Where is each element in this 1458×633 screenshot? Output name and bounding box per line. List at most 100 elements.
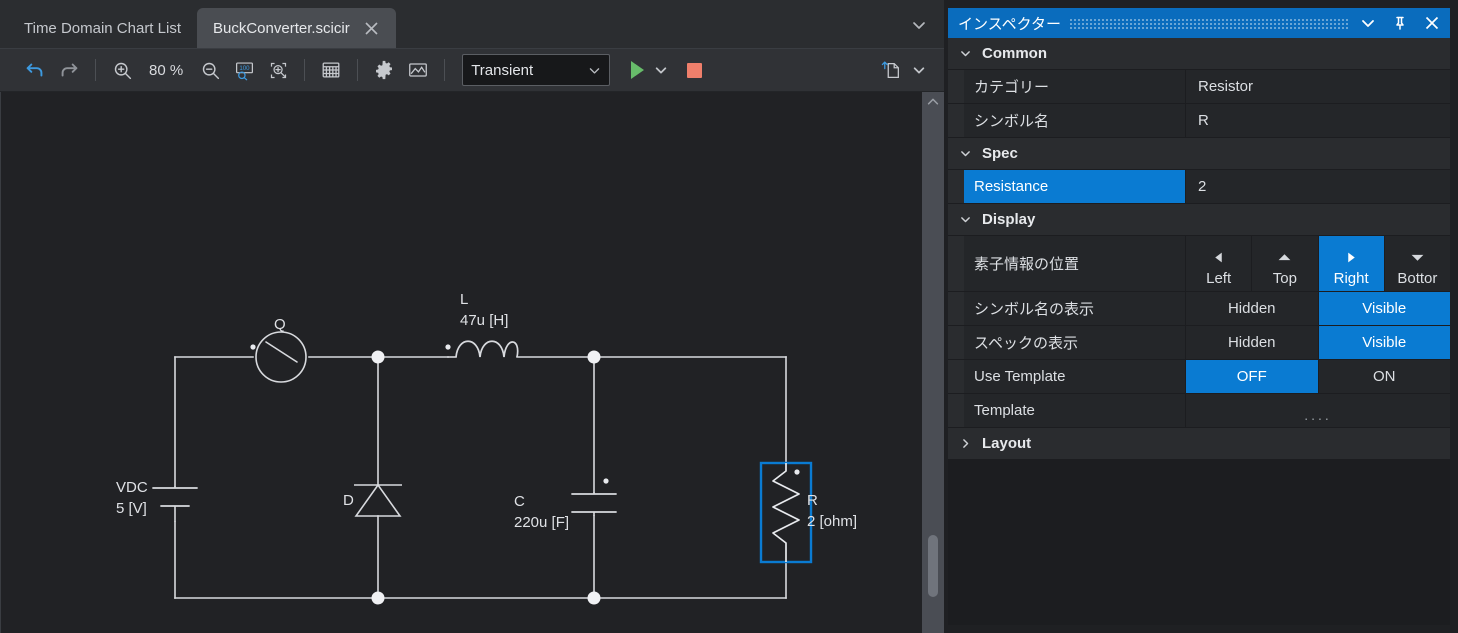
tab-time-domain-chart-list[interactable]: Time Domain Chart List (8, 8, 197, 48)
property-value: Left Top Right Bottor (1186, 236, 1450, 291)
zoom-level[interactable]: 80 % (139, 62, 193, 79)
simulation-mode-select[interactable]: Transient (462, 54, 611, 86)
property-label: Use Template (964, 360, 1186, 393)
image-icon[interactable] (401, 55, 435, 85)
property-value: Hidden Visible (1186, 326, 1450, 359)
close-icon[interactable] (1420, 11, 1444, 35)
use-template-off[interactable]: OFF (1186, 360, 1318, 393)
position-option-bottom[interactable]: Bottor (1383, 236, 1450, 291)
inspector-group-layout[interactable]: Layout (948, 428, 1450, 460)
pin-icon[interactable] (1388, 11, 1412, 35)
option-label: Top (1272, 270, 1297, 287)
template-ellipsis[interactable]: .... (1186, 394, 1450, 427)
position-option-right[interactable]: Right (1317, 236, 1384, 291)
chevron-down-icon (958, 213, 972, 227)
resistance-input[interactable]: 2 (1186, 170, 1450, 203)
grid-icon[interactable] (314, 55, 348, 85)
toolbar-separator (444, 59, 446, 81)
component-label-l: L 47u [H] (460, 289, 508, 331)
inspector-header: インスペクター (948, 8, 1450, 38)
property-row-use-template[interactable]: Use Template OFF ON (948, 360, 1450, 394)
inspector-group-spec[interactable]: Spec (948, 138, 1450, 170)
property-row-symbol-name[interactable]: シンボル名 R (948, 104, 1450, 138)
inspector-title: インスペクター (958, 15, 1062, 33)
property-row-resistance[interactable]: Resistance 2 (948, 170, 1450, 204)
group-label: Display (982, 211, 1036, 228)
option-label: Bottor (1397, 270, 1438, 287)
zoom-100-icon[interactable]: 100 (227, 55, 261, 85)
property-label: シンボル名の表示 (964, 292, 1186, 325)
tab-label: Time Domain Chart List (24, 19, 181, 37)
zoom-fit-icon[interactable] (261, 55, 295, 85)
stop-icon[interactable] (682, 57, 706, 83)
property-row-spec-visibility[interactable]: スペックの表示 Hidden Visible (948, 326, 1450, 360)
component-spec: 2 [ohm] (807, 513, 858, 530)
schematic-canvas[interactable]: VDC 5 [V] Q L 47u [H] D C 220u [F] R 2 [… (0, 92, 944, 633)
editor-pane: Time Domain Chart List BuckConverter.sci… (0, 0, 944, 633)
component-spec: 5 [V] (116, 500, 147, 517)
property-row-symbol-visibility[interactable]: シンボル名の表示 Hidden Visible (948, 292, 1450, 326)
segmented-control-symbol-visibility: Hidden Visible (1186, 292, 1450, 325)
arrow-up-icon (1277, 248, 1292, 266)
component-name: R (807, 492, 818, 509)
property-row-info-position[interactable]: 素子情報の位置 Left Top Right Bottor (948, 236, 1450, 292)
zoom-in-icon[interactable] (105, 55, 139, 85)
position-option-top[interactable]: Top (1251, 236, 1318, 291)
undo-icon[interactable] (18, 55, 52, 85)
gear-icon[interactable] (367, 55, 401, 85)
property-label: 素子情報の位置 (964, 236, 1186, 291)
toolbar: 80 % 100 Transient (0, 48, 944, 92)
component-label-d: D (343, 490, 354, 511)
property-label: カテゴリー (964, 70, 1186, 103)
canvas-vertical-scrollbar[interactable] (922, 92, 944, 633)
tab-bar: Time Domain Chart List BuckConverter.sci… (0, 0, 944, 48)
property-value[interactable]: R (1186, 104, 1450, 137)
symbol-visibility-hidden[interactable]: Hidden (1186, 292, 1318, 325)
chevron-up-icon[interactable] (922, 92, 944, 112)
app-window: Time Domain Chart List BuckConverter.sci… (0, 0, 1458, 633)
export-file-icon[interactable] (874, 55, 908, 85)
component-label-r: R 2 [ohm] (807, 490, 857, 532)
property-label: スペックの表示 (964, 326, 1186, 359)
property-value[interactable]: Resistor (1186, 70, 1450, 103)
spec-visibility-visible[interactable]: Visible (1317, 326, 1450, 359)
segmented-control-info-position: Left Top Right Bottor (1186, 236, 1450, 291)
chevron-down-icon[interactable] (1356, 11, 1380, 35)
drag-handle[interactable] (1069, 17, 1348, 29)
circuit-schematic (152, 331, 813, 605)
chevron-down-icon[interactable] (910, 16, 928, 34)
segmented-control-spec-visibility: Hidden Visible (1186, 326, 1450, 359)
zoom-out-icon[interactable] (193, 55, 227, 85)
component-label-c: C 220u [F] (514, 491, 569, 533)
use-template-on[interactable]: ON (1317, 360, 1450, 393)
property-value: OFF ON (1186, 360, 1450, 393)
property-row-template[interactable]: Template .... (948, 394, 1450, 428)
option-label: Left (1206, 270, 1232, 287)
spec-visibility-hidden[interactable]: Hidden (1186, 326, 1318, 359)
tab-label: BuckConverter.scicir (213, 19, 350, 37)
inspector-group-common[interactable]: Common (948, 38, 1450, 70)
svg-text:100: 100 (239, 65, 250, 72)
component-spec: 220u [F] (514, 514, 570, 531)
chevron-down-icon (588, 64, 601, 77)
arrow-down-icon (1410, 248, 1425, 266)
arrow-left-icon (1212, 248, 1225, 266)
property-row-category[interactable]: カテゴリー Resistor (948, 70, 1450, 104)
inspector-group-display[interactable]: Display (948, 204, 1450, 236)
scrollbar-thumb[interactable] (928, 535, 938, 597)
symbol-visibility-visible[interactable]: Visible (1317, 292, 1450, 325)
component-name: D (343, 492, 354, 509)
property-value[interactable]: .... (1186, 394, 1450, 427)
chevron-down-icon[interactable] (650, 57, 672, 83)
property-label[interactable]: Resistance (964, 170, 1186, 203)
group-label: Spec (982, 145, 1018, 162)
close-icon[interactable] (364, 20, 380, 36)
position-option-left[interactable]: Left (1186, 236, 1252, 291)
tab-buckconverter[interactable]: BuckConverter.scicir (197, 8, 396, 48)
chevron-down-icon[interactable] (908, 57, 930, 83)
play-icon[interactable] (624, 57, 650, 83)
arrow-right-icon (1345, 248, 1358, 266)
component-label-vdc: VDC 5 [V] (116, 477, 148, 519)
toolbar-separator (95, 59, 96, 81)
redo-icon[interactable] (52, 55, 86, 85)
